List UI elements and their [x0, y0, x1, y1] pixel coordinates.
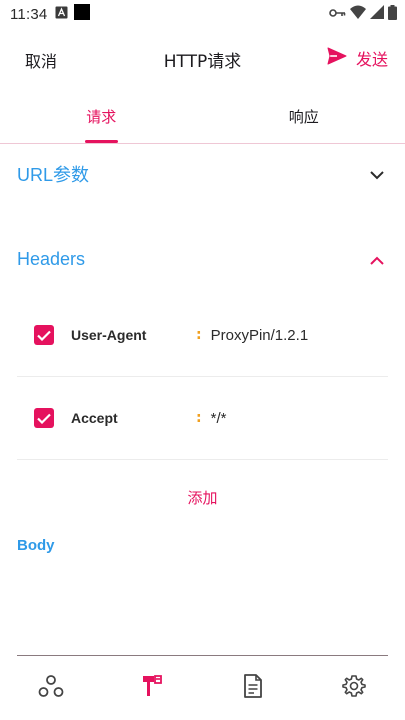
notification-square-icon [74, 4, 91, 24]
header-enabled-checkbox[interactable] [34, 325, 54, 345]
status-bar: 11:34 [0, 0, 405, 28]
tab-bar: 请求 响应 [0, 98, 405, 144]
header-enabled-checkbox[interactable] [34, 408, 54, 428]
nodes-icon [38, 674, 64, 702]
document-icon [243, 674, 263, 702]
header-value[interactable]: */* [211, 410, 227, 427]
header-name[interactable]: User-Agent [71, 327, 191, 343]
tab-request[interactable]: 请求 [0, 98, 203, 143]
headers-section-header[interactable]: Headers [0, 239, 405, 279]
send-label: 发送 [355, 50, 388, 69]
divider [17, 655, 388, 656]
app-bar: 取消 HTTP请求 发送 [0, 36, 405, 82]
checkmark-icon [37, 413, 51, 424]
header-row: Accept : */* [17, 377, 388, 460]
headers-title: Headers [17, 248, 86, 269]
header-name[interactable]: Accept [71, 410, 191, 426]
nav-item-document[interactable] [203, 660, 304, 716]
body-section-title[interactable]: Body [17, 537, 55, 554]
battery-icon [388, 4, 397, 24]
nav-item-nodes[interactable] [0, 660, 101, 716]
header-row: User-Agent : ProxyPin/1.2.1 [17, 294, 388, 377]
url-params-section-header[interactable]: URL参数 [0, 154, 405, 194]
header-value[interactable]: ProxyPin/1.2.1 [211, 327, 309, 344]
status-time: 11:34 [10, 5, 48, 23]
send-button[interactable]: 发送 [327, 46, 388, 70]
send-icon [327, 47, 347, 69]
toolbox-icon [141, 674, 163, 702]
checkmark-icon [37, 330, 51, 341]
chevron-down-icon [370, 165, 384, 184]
nav-item-toolbox[interactable] [101, 660, 202, 716]
wifi-icon [350, 5, 366, 23]
settings-icon [342, 674, 367, 702]
chevron-up-icon [370, 250, 384, 269]
cell-signal-icon [370, 5, 384, 23]
cancel-button[interactable]: 取消 [25, 48, 57, 72]
vpn-key-icon [329, 6, 346, 22]
tab-indicator [85, 140, 118, 143]
header-separator: : [196, 327, 202, 343]
nav-item-settings[interactable] [304, 660, 405, 716]
header-separator: : [196, 410, 202, 426]
notification-a-icon [55, 6, 68, 23]
bottom-nav [0, 660, 405, 716]
url-params-title: URL参数 [17, 165, 90, 185]
tab-response[interactable]: 响应 [203, 98, 405, 143]
add-header-button[interactable]: 添加 [0, 487, 405, 508]
